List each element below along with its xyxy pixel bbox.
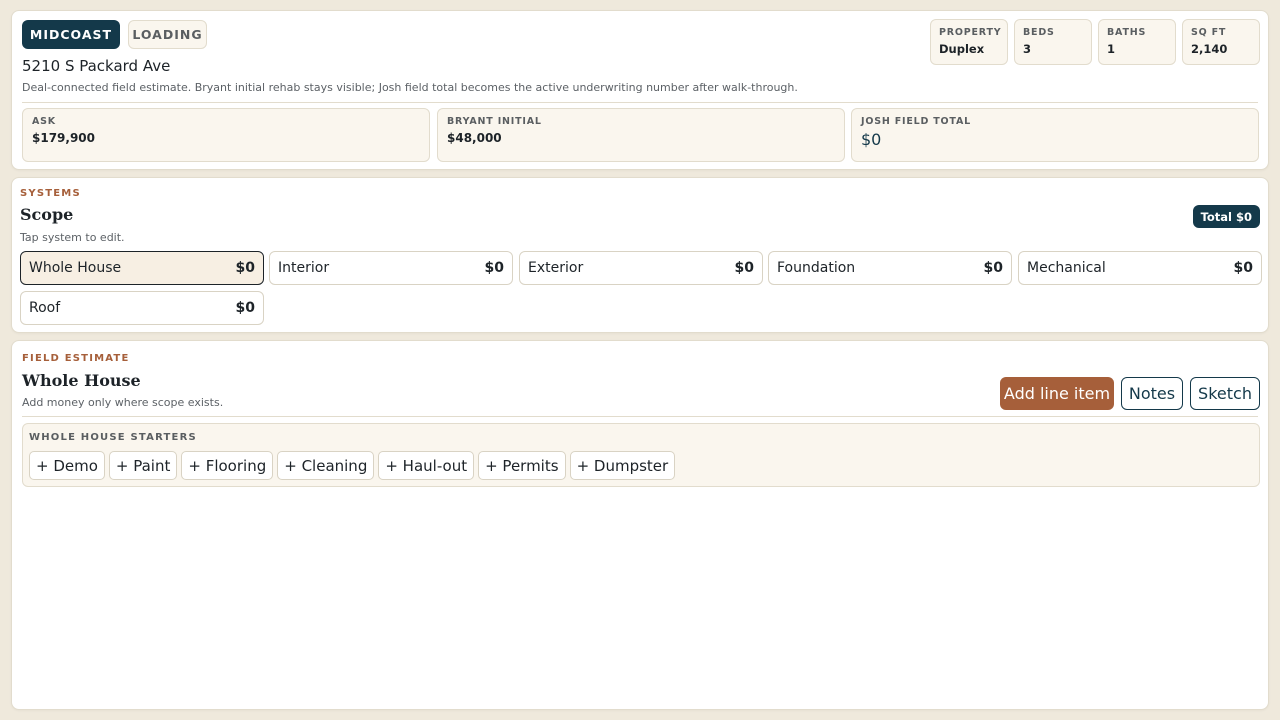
system-total: $0 <box>1233 260 1253 276</box>
system-total: $0 <box>983 260 1003 276</box>
market-badge: MIDCOAST <box>22 20 120 49</box>
money-value: $0 <box>861 130 882 149</box>
starter-chip-paint[interactable]: + Paint <box>108 451 178 480</box>
system-name: Foundation <box>777 260 856 276</box>
notes-button[interactable]: Notes <box>1121 377 1183 410</box>
section-subtitle: Add money only where scope exists. <box>22 396 224 409</box>
section-kicker: SYSTEMS <box>20 188 81 199</box>
system-name: Interior <box>278 260 330 276</box>
money-label: BRYANT INITIAL <box>447 116 542 127</box>
add-line-item-button[interactable]: Add line item <box>1000 377 1114 410</box>
starter-chip-cleaning[interactable]: + Cleaning <box>277 451 375 480</box>
header-description: Deal-connected field estimate. Bryant in… <box>22 81 798 94</box>
status-badge: LOADING <box>128 20 207 49</box>
system-tile-whole-house[interactable]: Whole House $0 <box>20 251 264 285</box>
starter-chip-permits[interactable]: + Permits <box>478 451 566 480</box>
estimate-divider <box>22 416 1258 417</box>
starter-chip-row: + Demo + Paint + Flooring + Cleaning + H… <box>29 451 676 480</box>
system-tile-mechanical[interactable]: Mechanical $0 <box>1018 251 1262 285</box>
property-header-card: MIDCOAST LOADING 5210 S Packard Ave Deal… <box>11 10 1269 170</box>
header-divider <box>22 102 1258 103</box>
stat-label: BATHS <box>1107 27 1147 38</box>
property-address: 5210 S Packard Ave <box>22 57 171 75</box>
system-tile-roof[interactable]: Roof $0 <box>20 291 264 325</box>
ask-price-box: ASK $179,900 <box>22 108 430 162</box>
stat-value: 1 <box>1107 42 1116 56</box>
money-value: $179,900 <box>32 131 96 145</box>
starter-chip-haul-out[interactable]: + Haul-out <box>378 451 475 480</box>
sketch-button[interactable]: Sketch <box>1190 377 1260 410</box>
system-name: Exterior <box>528 260 584 276</box>
system-total: $0 <box>235 300 255 316</box>
stat-label: BEDS <box>1023 27 1055 38</box>
stat-value: 3 <box>1023 42 1032 56</box>
stat-label: SQ FT <box>1191 27 1227 38</box>
starters-label: WHOLE HOUSE STARTERS <box>29 432 197 443</box>
money-label: ASK <box>32 116 56 127</box>
money-value: $48,000 <box>447 131 502 145</box>
system-total: $0 <box>235 260 255 276</box>
section-title: Whole House <box>22 371 141 390</box>
section-subtitle: Tap system to edit. <box>20 231 125 244</box>
system-tile-interior[interactable]: Interior $0 <box>269 251 513 285</box>
system-tile-exterior[interactable]: Exterior $0 <box>519 251 763 285</box>
starter-chip-flooring[interactable]: + Flooring <box>181 451 274 480</box>
starter-chip-demo[interactable]: + Demo <box>29 451 105 480</box>
section-kicker: FIELD ESTIMATE <box>22 353 130 364</box>
stat-label: PROPERTY <box>939 27 1002 38</box>
stat-value: Duplex <box>939 42 985 56</box>
stat-sqft: SQ FT 2,140 <box>1182 19 1260 65</box>
stat-beds: BEDS 3 <box>1014 19 1092 65</box>
system-name: Roof <box>29 300 61 316</box>
system-name: Whole House <box>29 260 122 276</box>
stat-property-type: PROPERTY Duplex <box>930 19 1008 65</box>
starters-panel: WHOLE HOUSE STARTERS + Demo + Paint + Fl… <box>22 423 1260 487</box>
josh-field-total-box: JOSH FIELD TOTAL $0 <box>851 108 1259 162</box>
money-label: JOSH FIELD TOTAL <box>861 116 971 127</box>
stat-value: 2,140 <box>1191 42 1228 56</box>
field-estimate-card: FIELD ESTIMATE Whole House Add money onl… <box>11 340 1269 710</box>
stat-baths: BATHS 1 <box>1098 19 1176 65</box>
system-name: Mechanical <box>1027 260 1106 276</box>
system-total: $0 <box>734 260 754 276</box>
section-title: Scope <box>20 205 74 224</box>
systems-card: SYSTEMS Scope Tap system to edit. Total … <box>11 177 1269 333</box>
system-tile-foundation[interactable]: Foundation $0 <box>768 251 1012 285</box>
bryant-initial-box: BRYANT INITIAL $48,000 <box>437 108 845 162</box>
scope-total-badge: Total $0 <box>1192 205 1260 228</box>
starter-chip-dumpster[interactable]: + Dumpster <box>569 451 676 480</box>
system-total: $0 <box>484 260 504 276</box>
